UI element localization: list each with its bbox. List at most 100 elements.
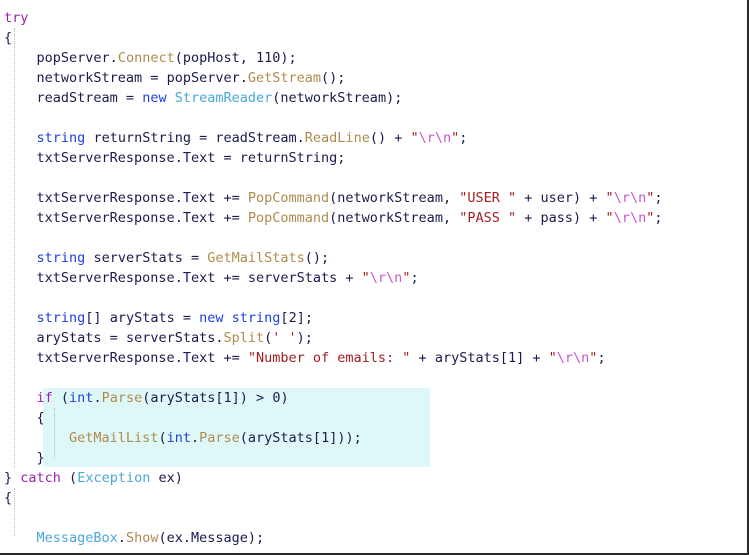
code-line[interactable]: string returnString = readStream.ReadLin… <box>0 128 747 148</box>
code-token-punc: += <box>215 350 248 366</box>
code-line[interactable]: GetMailList(int.Parse(aryStats[1])); <box>0 428 747 448</box>
code-line[interactable]: { <box>0 28 747 48</box>
code-line[interactable]: txtServerResponse.Text += "Number of ema… <box>0 348 747 368</box>
code-line[interactable]: readStream = new StreamReader(networkStr… <box>0 88 747 108</box>
code-line[interactable]: txtServerResponse.Text = returnString; <box>0 148 747 168</box>
code-line[interactable]: { <box>0 408 747 428</box>
code-token-type: MessageBox <box>36 530 118 546</box>
code-token-punc: [ <box>215 390 224 406</box>
code-line[interactable] <box>0 108 747 128</box>
code-token-punc <box>4 450 37 466</box>
code-token-punc: = <box>182 250 208 266</box>
code-token-str: " <box>605 190 614 206</box>
code-line[interactable] <box>0 168 747 188</box>
code-token-punc <box>4 210 37 226</box>
code-token-esc: \r\n <box>369 270 403 286</box>
code-token-punc <box>4 350 37 366</box>
code-token-str: " <box>361 270 370 286</box>
code-token-punc: + <box>410 350 435 366</box>
code-token-punc <box>4 330 37 346</box>
code-token-ident: popServer <box>166 70 240 86</box>
code-token-str: "PASS " <box>459 210 517 226</box>
code-line[interactable]: txtServerResponse.Text += serverStats + … <box>0 268 747 288</box>
code-token-brace: { <box>4 30 13 46</box>
code-token-punc <box>4 270 37 286</box>
code-token-punc: . <box>174 150 183 166</box>
code-token-num: 1 <box>321 430 330 446</box>
code-token-punc: . <box>296 130 305 146</box>
code-token-type: StreamReader <box>174 90 273 106</box>
code-token-ident: txtServerResponse <box>36 190 175 206</box>
code-token-punc <box>4 250 37 266</box>
code-token-str: "USER " <box>459 190 517 206</box>
code-line[interactable]: } catch (Exception ex) <box>0 468 747 488</box>
code-token-punc: ( <box>52 390 70 406</box>
code-token-punc <box>224 310 232 326</box>
code-token-esc: \r\n <box>613 210 647 226</box>
code-line[interactable]: txtServerResponse.Text += PopCommand(net… <box>0 188 747 208</box>
code-token-brace: } <box>4 470 13 486</box>
code-token-punc: + <box>337 270 362 286</box>
code-lines-container: try { popServer.Connect(popHost, 110); ne… <box>0 8 747 553</box>
code-line[interactable] <box>0 368 747 388</box>
code-line[interactable] <box>0 508 747 528</box>
code-token-ident: user <box>540 190 574 206</box>
code-token-punc: ]) > <box>231 390 273 406</box>
code-snippet-viewer[interactable]: try { popServer.Connect(popHost, 110); ne… <box>0 0 749 555</box>
code-token-punc <box>4 410 37 426</box>
code-token-num: 1 <box>223 390 232 406</box>
code-token-punc: . <box>174 190 183 206</box>
code-line[interactable]: networkStream = popServer.GetStream(); <box>0 68 747 88</box>
code-line[interactable]: MessageBox.Show(ex.Message); <box>0 528 747 548</box>
code-token-punc: ; <box>654 190 663 206</box>
code-line[interactable]: { <box>0 488 747 508</box>
code-line[interactable] <box>0 228 747 248</box>
code-token-kw: catch <box>20 470 61 486</box>
code-token-brace: } <box>36 450 45 466</box>
code-token-ident: readStream <box>215 130 297 146</box>
code-token-kw-blue: new <box>142 90 167 106</box>
code-token-ident: txtServerResponse <box>36 350 175 366</box>
code-line[interactable] <box>0 548 747 553</box>
code-line[interactable]: } <box>0 448 747 468</box>
code-token-ident: returnString <box>93 130 191 146</box>
code-token-punc <box>4 390 37 406</box>
code-token-punc: , <box>442 190 460 206</box>
code-token-str: "Number of emails: " <box>247 350 411 366</box>
code-token-method: PopCommand <box>247 190 330 206</box>
code-line[interactable] <box>0 288 747 308</box>
code-token-punc: . <box>239 70 248 86</box>
code-token-punc: . <box>174 210 183 226</box>
code-token-esc: \r\n <box>418 130 452 146</box>
code-token-punc: = <box>101 330 126 346</box>
code-token-ident: txtServerResponse <box>36 270 175 286</box>
code-token-str: ' ' <box>272 330 297 346</box>
code-token-ident: pass <box>540 210 574 226</box>
code-line[interactable]: try <box>0 8 747 28</box>
code-token-punc: ); <box>296 330 313 346</box>
code-line[interactable]: aryStats = serverStats.Split(' '); <box>0 328 747 348</box>
code-line[interactable]: string[] aryStats = new string[2]; <box>0 308 747 328</box>
code-token-brace: { <box>4 490 13 506</box>
code-token-punc: ; <box>654 210 663 226</box>
code-token-punc: ; <box>597 350 606 366</box>
code-token-ident: Text <box>182 190 216 206</box>
code-line[interactable]: string serverStats = GetMailStats(); <box>0 248 747 268</box>
code-line[interactable]: txtServerResponse.Text += PopCommand(net… <box>0 208 747 228</box>
code-token-num: 110 <box>256 50 281 66</box>
code-token-ident: Text <box>182 150 216 166</box>
code-line[interactable]: if (int.Parse(aryStats[1]) > 0) <box>0 388 747 408</box>
code-token-punc <box>167 90 175 106</box>
code-token-ident: Message <box>191 530 248 546</box>
code-token-ident: returnString <box>239 150 338 166</box>
code-token-punc: ( <box>174 50 183 66</box>
code-token-punc: ( <box>158 430 167 446</box>
code-token-method: GetMailList <box>69 430 159 446</box>
code-token-kw-blue: string <box>36 310 86 326</box>
code-line[interactable]: popServer.Connect(popHost, 110); <box>0 48 747 68</box>
code-token-method: Parse <box>101 390 143 406</box>
code-token-punc: ) + <box>573 210 606 226</box>
code-token-brace: { <box>36 410 45 426</box>
code-token-ident: txtServerResponse <box>36 210 175 226</box>
code-token-punc <box>4 70 37 86</box>
